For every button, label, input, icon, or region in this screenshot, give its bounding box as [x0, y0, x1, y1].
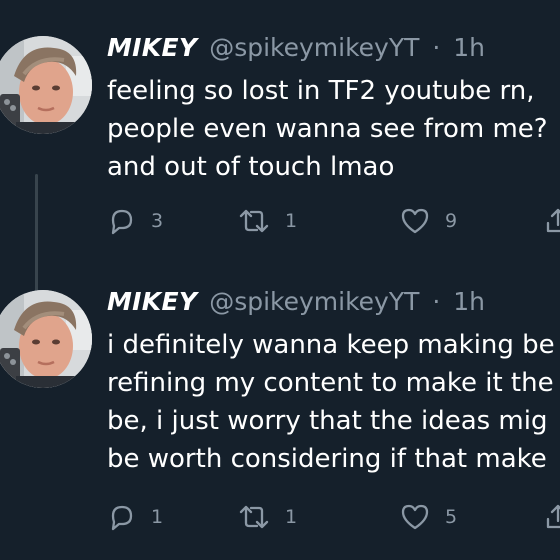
author-name[interactable]: MIKEY — [107, 33, 197, 62]
tweet-text-line: be worth considering if that make — [107, 444, 547, 474]
tweet-text: feeling so lost in TF2 youtube rn, peopl… — [107, 72, 560, 186]
separator-dot: · — [432, 33, 441, 62]
tweet-text: i definitely wanna keep making be refini… — [107, 326, 560, 478]
share-button[interactable] — [543, 206, 560, 236]
avatar[interactable] — [0, 36, 92, 134]
author-name[interactable]: MIKEY — [107, 287, 197, 316]
author-handle[interactable]: @spikeymikeyYT — [209, 33, 419, 62]
tweet-text-line: people even wanna see from me? — [107, 114, 548, 144]
separator-dot: · — [432, 287, 441, 316]
tweet-header: MIKEY @spikeymikeyYT · 1h — [107, 32, 485, 64]
reply-button[interactable]: 3 — [107, 206, 163, 236]
tweet-timestamp[interactable]: 1h — [453, 287, 485, 316]
retweet-icon — [239, 505, 269, 529]
tweet-thread: MIKEY @spikeymikeyYT · 1h feeling so los… — [0, 0, 560, 560]
tweet-text-line: refining my content to make it the — [107, 368, 554, 398]
retweet-button[interactable]: 1 — [237, 206, 297, 236]
reply-icon — [111, 209, 133, 235]
author-handle[interactable]: @spikeymikeyYT — [209, 287, 419, 316]
tweet-actions: 3 1 9 — [107, 206, 560, 236]
like-icon — [401, 504, 429, 530]
share-icon — [546, 208, 560, 233]
retweet-button[interactable]: 1 — [237, 502, 297, 532]
tweet-text-line: i definitely wanna keep making be — [107, 330, 555, 360]
retweet-icon — [239, 209, 269, 233]
reply-icon — [111, 505, 133, 531]
tweet-timestamp[interactable]: 1h — [453, 33, 485, 62]
avatar[interactable] — [0, 290, 92, 388]
tweet-text-line: and out of touch lmao — [107, 152, 395, 182]
avatar-image — [0, 36, 92, 134]
retweet-count: 1 — [285, 210, 298, 232]
tweet-actions: 1 1 5 — [107, 502, 560, 532]
share-icon — [546, 504, 560, 529]
avatar-image — [0, 290, 92, 388]
thread-connector-line — [35, 174, 38, 307]
tweet-text-line: be, i just worry that the ideas mig — [107, 406, 548, 436]
like-button[interactable]: 9 — [399, 206, 457, 236]
tweet-text-line: feeling so lost in TF2 youtube rn, — [107, 76, 535, 106]
tweet-header: MIKEY @spikeymikeyYT · 1h — [107, 286, 485, 318]
reply-count: 3 — [151, 210, 164, 232]
retweet-count: 1 — [285, 506, 298, 528]
reply-count: 1 — [151, 506, 164, 528]
share-button[interactable] — [543, 502, 560, 532]
like-count: 5 — [445, 506, 458, 528]
like-icon — [401, 208, 429, 234]
reply-button[interactable]: 1 — [107, 502, 163, 532]
like-button[interactable]: 5 — [399, 502, 457, 532]
like-count: 9 — [445, 210, 458, 232]
